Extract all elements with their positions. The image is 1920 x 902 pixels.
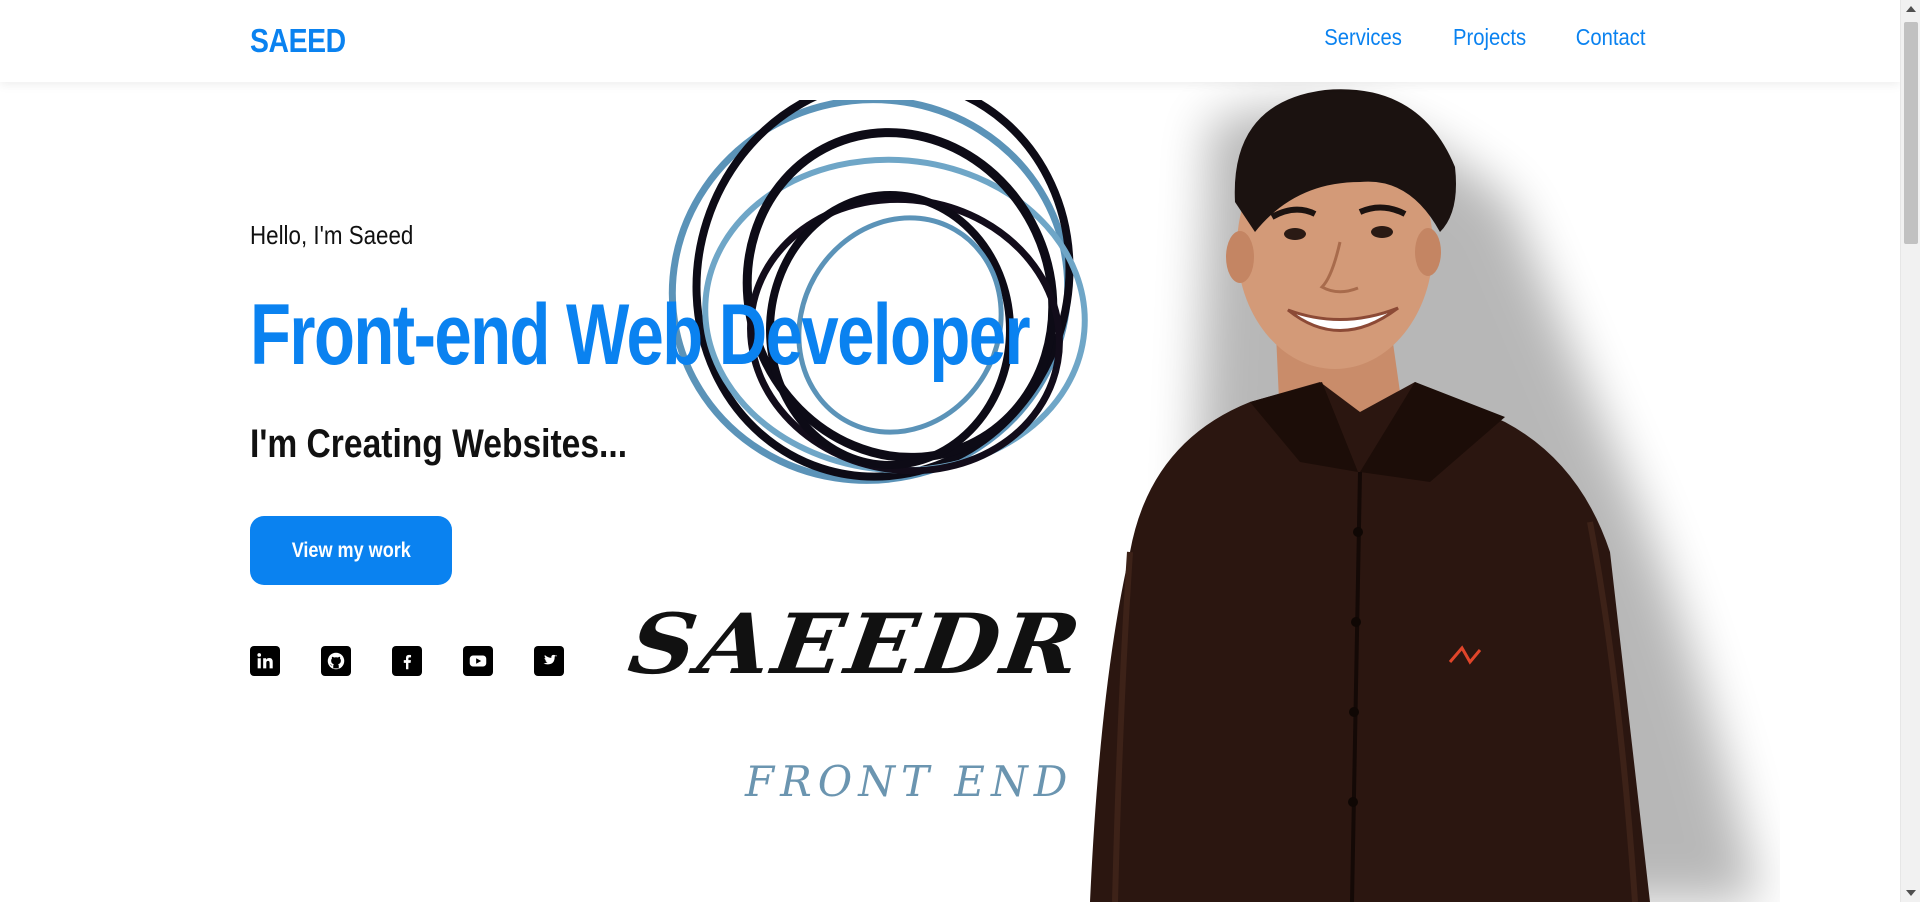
hero-headline: Front-end Web Developer <box>250 287 1031 383</box>
linkedin-icon <box>257 653 273 669</box>
logo-circles-art <box>668 100 1088 484</box>
youtube-link[interactable] <box>463 646 493 676</box>
scroll-up-arrow-icon[interactable] <box>1906 6 1916 12</box>
profile-photo <box>1090 89 1760 902</box>
signature-logo-text: SAEEDR <box>623 595 1090 693</box>
navbar: SAEED Services Projects Contact <box>0 0 1900 82</box>
view-my-work-label: View my work <box>291 538 411 562</box>
linkedin-link[interactable] <box>250 646 280 676</box>
facebook-link[interactable] <box>392 646 422 676</box>
hero-greeting: Hello, I'm Saeed <box>250 220 414 250</box>
youtube-icon <box>469 655 487 667</box>
signature-subtitle-text: FRONT END <box>745 757 1074 806</box>
nav-link-contact[interactable]: Contact <box>1575 24 1645 51</box>
github-icon <box>327 652 345 670</box>
nav-links: Services Projects Contact <box>1319 24 1650 51</box>
nav-link-projects[interactable]: Projects <box>1453 24 1526 51</box>
view-my-work-button[interactable]: View my work <box>250 516 452 585</box>
nav-link-services[interactable]: Services <box>1325 24 1403 51</box>
twitter-icon <box>543 654 558 665</box>
scrollbar-thumb[interactable] <box>1904 22 1918 244</box>
github-link[interactable] <box>321 646 351 676</box>
scroll-down-arrow-icon[interactable] <box>1906 890 1916 896</box>
brand-logo[interactable]: SAEED <box>250 22 346 60</box>
page-scrollbar[interactable] <box>1900 0 1920 902</box>
social-links <box>250 646 564 676</box>
facebook-icon <box>403 654 412 670</box>
twitter-link[interactable] <box>534 646 564 676</box>
hero-subheadline: I'm Creating Websites... <box>250 422 628 466</box>
